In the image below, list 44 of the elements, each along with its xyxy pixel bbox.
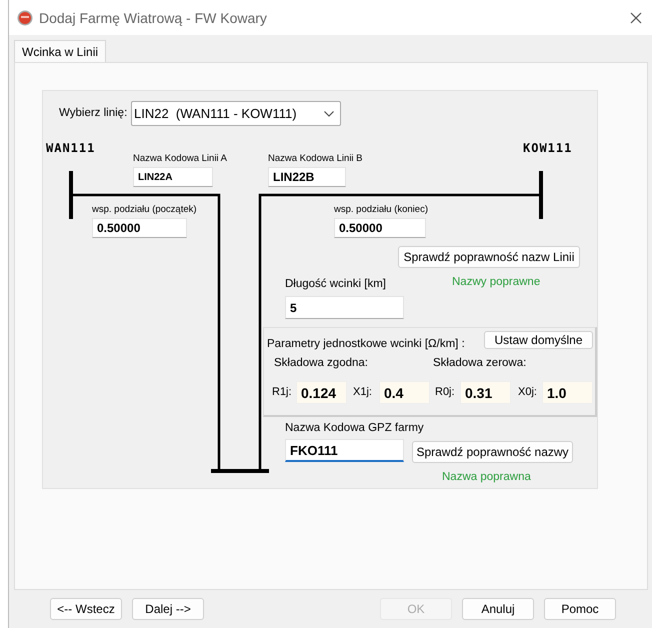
close-icon[interactable] — [630, 12, 642, 24]
input-field[interactable]: 0.124 — [296, 381, 347, 404]
tab[interactable]: Wcinka w Linii — [14, 40, 106, 62]
check-names-button[interactable]: Sprawdź poprawność nazw Linii — [398, 246, 580, 268]
input-field[interactable]: 0.31 — [460, 381, 511, 404]
busbar — [211, 469, 269, 473]
dialog-button[interactable]: <-- Wstecz — [50, 598, 122, 620]
chevron-icon — [324, 110, 334, 116]
section-label: Składowa zgodna: — [274, 357, 368, 369]
set-defaults-button[interactable]: Ustaw domyślne — [484, 331, 593, 349]
group-title: Parametry jednostkowe wcinki [Ω/km] : — [267, 338, 465, 350]
field-label: R0j: — [435, 386, 455, 398]
field-label: Długość wcinki [km] — [285, 278, 386, 290]
app-logo-icon — [17, 10, 33, 26]
input-field[interactable]: LIN22A — [133, 167, 213, 187]
input-field[interactable]: 0.50000 — [92, 218, 187, 238]
status-text: Nazwa poprawna — [442, 471, 531, 483]
field-label: Nazwa Kodowa Linii B — [268, 153, 363, 164]
field-label: X1j: — [353, 386, 372, 398]
status-text: Nazwy poprawne — [452, 276, 540, 288]
field-label: wsp. podziału (początek) — [92, 204, 197, 215]
line-select-dropdown[interactable]: LIN22 (WAN111 - KOW111) — [131, 101, 341, 126]
input-field[interactable]: 0.50000 — [334, 218, 426, 238]
busbar — [69, 171, 73, 219]
dialog-button[interactable]: Anuluj — [462, 598, 534, 620]
field-label: wsp. podziału (koniec) — [334, 204, 428, 215]
input-field[interactable]: LIN22B — [268, 167, 346, 187]
section-label: Składowa zerowa: — [433, 357, 526, 369]
field-label: R1j: — [272, 386, 292, 398]
busbar — [539, 171, 543, 219]
dialog-button[interactable]: Dalej --> — [132, 598, 204, 620]
field-label: Nazwa Kodowa GPZ farmy — [285, 422, 424, 434]
input-field[interactable]: 1.0 — [542, 381, 593, 404]
input-field[interactable]: 0.4 — [379, 381, 430, 404]
window-title: Dodaj Farmę Wiatrową - FW Kowary — [39, 10, 268, 26]
bus-label: KOW111 — [523, 141, 572, 155]
bus-label: WAN111 — [46, 141, 96, 155]
dialog-button[interactable]: Pomoc — [544, 598, 616, 620]
line-select-label: Wybierz linię: — [59, 107, 128, 119]
check-name-button[interactable]: Sprawdź poprawność nazwy — [412, 441, 573, 463]
field-label: X0j: — [518, 386, 537, 398]
input-field[interactable]: 5 — [285, 296, 404, 319]
field-label: Nazwa Kodowa Linii A — [133, 153, 227, 164]
input-field[interactable]: FKO111 — [285, 439, 404, 462]
